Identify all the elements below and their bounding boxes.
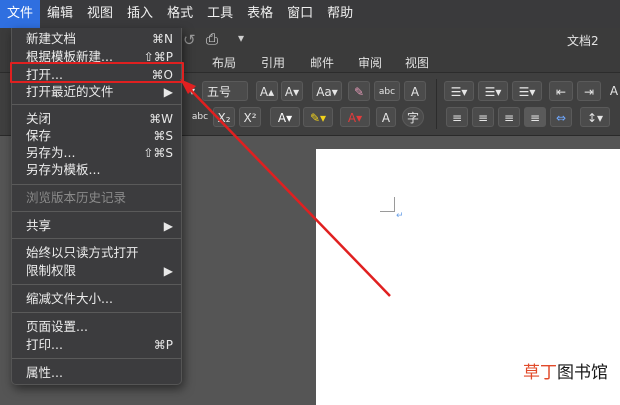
annotation-arrow: [180, 79, 391, 297]
watermark: 草丁图书馆: [523, 358, 608, 383]
watermark-part-2: 图书馆: [557, 363, 608, 383]
watermark-part-1: 草丁: [523, 363, 557, 383]
annotation-arrow-line: [182, 81, 391, 297]
